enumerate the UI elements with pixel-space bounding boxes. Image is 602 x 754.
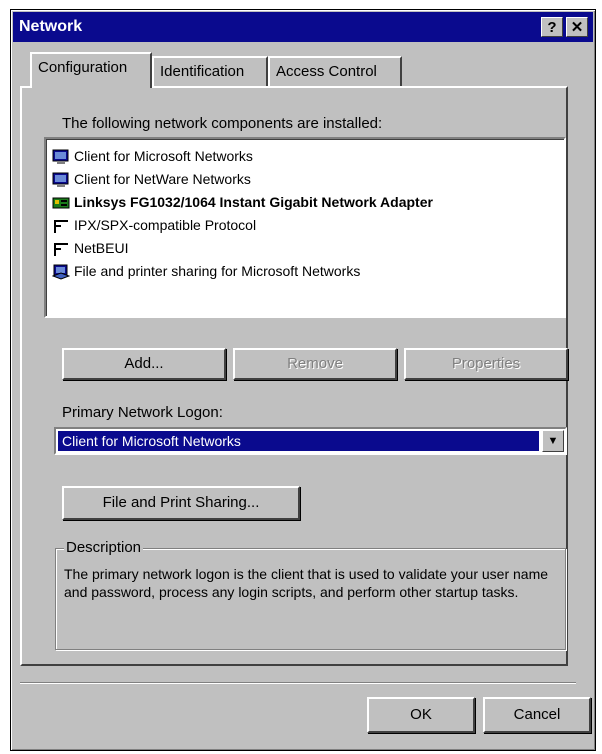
tab-access-control-label: Access Control [276,63,377,80]
cancel-button[interactable]: Cancel [483,697,591,733]
list-item[interactable]: File and printer sharing for Microsoft N… [52,260,360,282]
file-sharing-icon [52,264,70,280]
separator [20,682,576,684]
ok-button[interactable]: OK [367,697,475,733]
window-title: Network [19,18,83,35]
tab-configuration[interactable]: Configuration [30,52,152,88]
protocol-icon [54,220,68,234]
tab-access-control[interactable]: Access Control [268,56,402,86]
components-label: The following network components are ins… [62,115,383,132]
protocol-icon [54,243,68,257]
file-print-sharing-button[interactable]: File and Print Sharing... [62,486,300,520]
list-item-label: NetBEUI [74,240,129,256]
network-client-icon [52,172,69,188]
components-list[interactable]: Client for Microsoft Networks Client for… [44,137,566,318]
list-item-label: IPX/SPX-compatible Protocol [74,217,257,233]
network-client-icon [52,149,69,165]
dropdown-arrow-icon[interactable]: ▼ [542,430,564,452]
description-legend: Description [64,539,144,556]
remove-button[interactable]: Remove [233,348,397,380]
close-button[interactable]: ✕ [566,17,588,37]
list-item[interactable]: Client for Microsoft Networks [52,145,253,167]
primary-logon-label: Primary Network Logon: [62,404,223,421]
add-button[interactable]: Add... [62,348,226,380]
network-adapter-icon [52,197,70,209]
list-item[interactable]: NetBEUI [52,237,128,259]
tab-configuration-label: Configuration [38,59,128,76]
description-group: Description The primary network logon is… [55,539,566,650]
tab-identification[interactable]: Identification [152,56,268,86]
list-item[interactable]: Client for NetWare Networks [52,168,251,190]
properties-button[interactable]: Properties [404,348,568,380]
list-item[interactable]: IPX/SPX-compatible Protocol [52,214,256,236]
title-bar[interactable]: Network ? ✕ [13,12,593,42]
list-item-label: Client for Microsoft Networks [74,148,253,164]
primary-logon-select[interactable]: Client for Microsoft Networks ▼ [54,427,567,455]
list-item[interactable]: Linksys FG1032/1064 Instant Gigabit Netw… [52,191,433,213]
help-button[interactable]: ? [541,17,563,37]
list-item-label: Client for NetWare Networks [74,171,251,187]
tab-identification-label: Identification [160,63,245,80]
list-item-label: Linksys FG1032/1064 Instant Gigabit Netw… [74,194,433,210]
primary-logon-value: Client for Microsoft Networks [58,431,539,451]
description-text: The primary network logon is the client … [64,566,549,600]
list-item-label: File and printer sharing for Microsoft N… [74,263,361,279]
